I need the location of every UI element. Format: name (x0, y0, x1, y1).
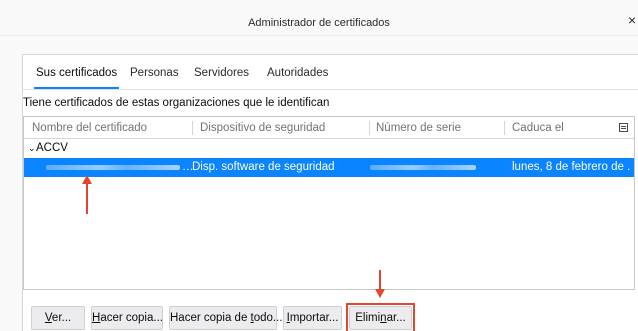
import-button[interactable]: Importar... (283, 306, 342, 330)
arrow-shaft (379, 270, 381, 290)
chevron-down-icon[interactable]: ⌄ (28, 139, 36, 157)
column-header-expires[interactable]: Caduca el (512, 117, 564, 139)
backup-all-button-label-rest: odo... (253, 312, 283, 324)
column-header-serial-number[interactable]: Número de serie (376, 117, 461, 139)
backup-all-button-label: Hacer copia de (170, 312, 251, 324)
redacted-serial-number (370, 165, 476, 170)
column-divider[interactable] (504, 121, 505, 135)
arrow-head (375, 289, 385, 298)
backup-all-button[interactable]: Hacer copia de todo... (169, 306, 283, 330)
column-header-certificate-name[interactable]: Nombre del certificado (32, 117, 147, 139)
tab-authorities[interactable]: Autoridades (267, 60, 328, 90)
view-button[interactable]: Ver... (31, 306, 85, 330)
tab-description: Tiene certificados de estas organizacion… (23, 97, 330, 109)
tree-header: Nombre del certificado Dispositivo de se… (24, 117, 634, 139)
column-divider[interactable] (369, 121, 370, 135)
tab-your-certificates[interactable]: Sus certificados (33, 60, 120, 90)
import-button-label-rest: mportar... (289, 312, 339, 324)
redacted-certificate-name (46, 165, 180, 170)
group-label: ACCV (36, 142, 68, 154)
arrow-shaft (86, 183, 88, 214)
table-row[interactable]: … Disp. software de seguridad lunes, 8 d… (24, 158, 634, 177)
column-header-security-device[interactable]: Dispositivo de seguridad (200, 117, 325, 139)
window-title: Administrador de certificados (248, 17, 390, 29)
annotation-highlight-box (346, 303, 415, 331)
certificate-tree[interactable]: Nombre del certificado Dispositivo de se… (23, 116, 635, 290)
view-button-label-rest: er... (51, 312, 72, 324)
tab-people[interactable]: Personas (130, 60, 179, 90)
backup-button[interactable]: Hacer copia... (91, 306, 163, 330)
close-icon[interactable]: × (628, 13, 636, 27)
tab-divider (22, 89, 638, 90)
column-picker-icon[interactable] (619, 123, 628, 132)
view-button-accesskey: V (44, 312, 52, 324)
tree-group-row[interactable]: ⌄ ACCV (24, 139, 634, 157)
backup-button-label-rest: acer copia... (100, 312, 163, 324)
expires-cell: lunes, 8 de febrero de ... (512, 161, 630, 173)
column-divider[interactable] (192, 121, 193, 135)
tab-servers[interactable]: Servidores (194, 60, 249, 90)
security-device-cell: Disp. software de seguridad (192, 161, 335, 173)
title-bar: Administrador de certificados × (0, 0, 638, 36)
